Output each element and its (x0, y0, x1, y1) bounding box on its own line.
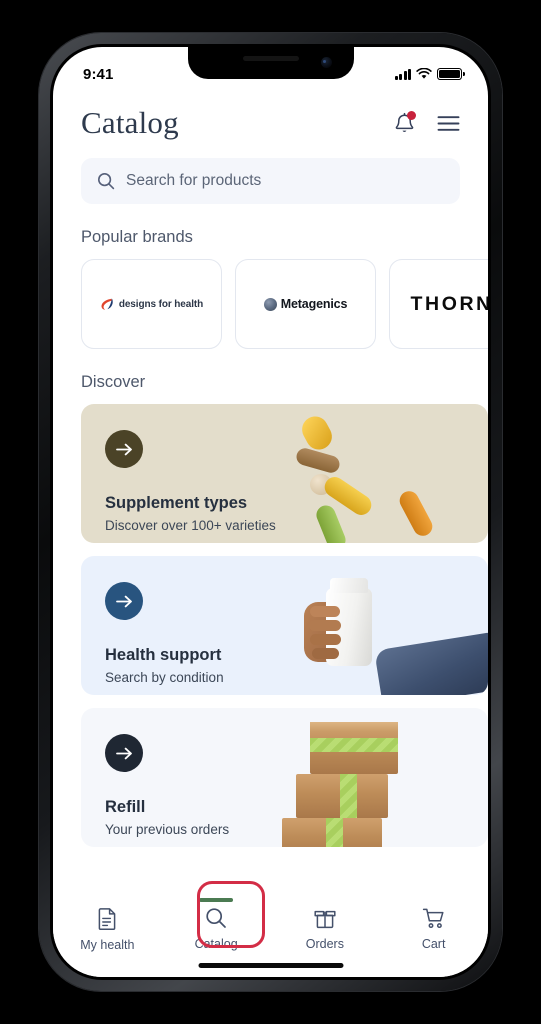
search-icon (206, 908, 226, 928)
supplement-types-subtitle: Discover over 100+ varieties (105, 518, 276, 533)
hand-holding-bottle-illustration (252, 556, 488, 695)
stacked-boxes-illustration (252, 708, 488, 847)
notifications-button[interactable] (394, 110, 416, 135)
popular-brands-title: Popular brands (81, 228, 193, 246)
discover-card-supplement-types[interactable]: Supplement types Discover over 100+ vari… (81, 404, 488, 543)
nav-item-cart[interactable]: Cart (379, 907, 488, 951)
supplement-types-heading: Supplement types (105, 494, 248, 512)
notification-badge (407, 110, 416, 120)
metagenics-logo: Metagenics (263, 297, 348, 311)
dfh-swoosh-icon (100, 297, 115, 312)
discover-title: Discover (81, 373, 146, 391)
notch (187, 47, 354, 79)
active-tab-indicator (199, 898, 234, 902)
nav-item-catalog[interactable]: Catalog (162, 898, 271, 951)
discover-card-list: Supplement types Discover over 100+ vari… (53, 404, 488, 847)
open-box-icon (314, 910, 336, 929)
status-time: 9:41 (83, 65, 114, 83)
home-indicator (198, 963, 343, 968)
health-support-heading: Health support (105, 646, 222, 664)
metagenics-globe-icon (263, 297, 277, 311)
arrow-right-icon (115, 443, 132, 455)
nav-label-orders: Orders (305, 937, 344, 951)
brand-card-thorne[interactable]: THORNE (389, 259, 488, 349)
arrow-right-icon (115, 747, 132, 759)
pills-illustration (252, 404, 488, 543)
page-title: Catalog (81, 105, 179, 140)
nav-label-my-health: My health (80, 938, 135, 952)
refill-subtitle: Your previous orders (105, 822, 230, 837)
app-header: Catalog (53, 91, 488, 147)
status-indicators (394, 68, 465, 80)
menu-button[interactable] (437, 115, 460, 132)
header-actions (394, 110, 460, 135)
refill-arrow-button[interactable] (105, 734, 143, 772)
health-support-subtitle: Search by condition (105, 670, 224, 685)
discover-card-health-support[interactable]: Health support Search by condition (81, 556, 488, 695)
earpiece-speaker (242, 56, 299, 61)
refill-text: Refill Your previous orders (105, 734, 229, 837)
health-support-arrow-button[interactable] (105, 582, 143, 620)
supplement-types-text: Supplement types Discover over 100+ vari… (105, 430, 276, 533)
dfh-wordmark: designs for health (118, 298, 204, 310)
metagenics-wordmark: Metagenics (280, 297, 348, 311)
nav-label-catalog: Catalog (194, 937, 238, 951)
search-icon (97, 172, 115, 190)
brand-card-metagenics[interactable]: Metagenics (235, 259, 376, 349)
designs-for-health-logo: designs for health (100, 297, 203, 312)
popular-brands-row[interactable]: designs for health Metagenics THORNE (53, 259, 488, 349)
thorne-wordmark: THORNE (410, 292, 488, 315)
search-input[interactable]: Search for products (81, 158, 460, 204)
front-camera (320, 57, 332, 68)
discover-card-refill[interactable]: Refill Your previous orders (81, 708, 488, 847)
arrow-right-icon (115, 595, 132, 607)
nav-label-cart: Cart (421, 937, 446, 951)
supplement-types-arrow-button[interactable] (105, 430, 143, 468)
device-bezel: 9:41 Catalog Search for products Popular… (50, 44, 491, 980)
signal-bars-icon (394, 68, 411, 80)
wifi-icon (416, 68, 432, 79)
hamburger-menu-icon (437, 115, 460, 131)
refill-heading: Refill (105, 798, 146, 816)
brand-card-designs-for-health[interactable]: designs for health (81, 259, 222, 349)
phone-device-frame: 9:41 Catalog Search for products Popular… (39, 33, 502, 991)
shopping-cart-icon (422, 908, 444, 929)
health-support-text: Health support Search by condition (105, 582, 224, 685)
document-icon (98, 908, 116, 930)
phone-screen: 9:41 Catalog Search for products Popular… (53, 47, 488, 977)
search-placeholder: Search for products (126, 172, 262, 189)
battery-full-icon (437, 68, 465, 80)
nav-item-orders[interactable]: Orders (271, 907, 380, 951)
nav-item-my-health[interactable]: My health (53, 907, 162, 952)
